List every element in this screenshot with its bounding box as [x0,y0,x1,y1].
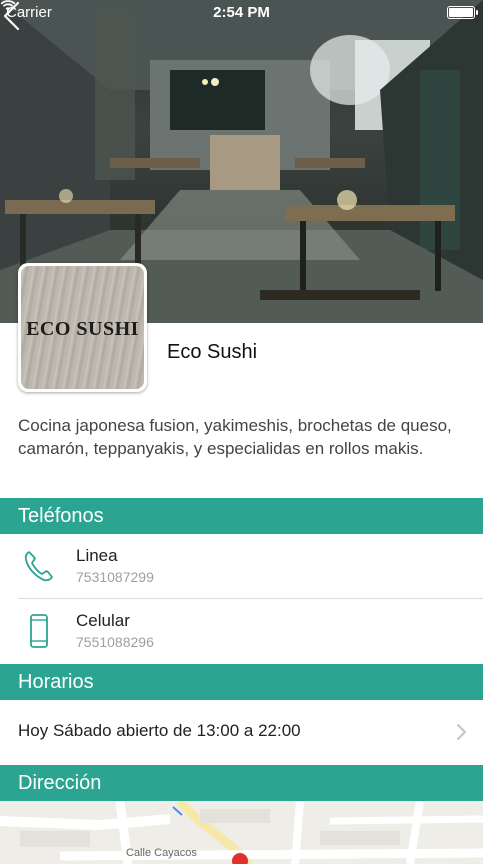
section-header-phones: Teléfonos [0,498,483,534]
status-bar: Carrier 2:54 PM [0,0,483,26]
status-time: 2:54 PM [213,4,270,21]
back-chevron-icon[interactable] [0,0,24,32]
section-header-hours: Horarios [0,664,483,700]
restaurant-description: Cocina japonesa fusion, yakimeshis, broc… [18,416,452,458]
phone-label: Linea [76,546,118,565]
phone-row-line[interactable]: Linea 7531087299 [0,534,483,598]
chevron-right-icon [457,724,466,740]
logo-text: ECO SUSHI [26,318,139,340]
phone-row-mobile[interactable]: Celular 7551088296 [0,599,483,663]
map-pin-icon [232,853,248,864]
map-street-label: Calle Cayacos [126,847,197,859]
location-map[interactable]: Calle Cayacos [0,801,483,864]
section-header-address: Dirección [0,765,483,801]
mobile-phone-icon [30,614,48,648]
phone-number: 7551088296 [76,634,154,650]
logo-wood-background: ECO SUSHI [21,266,144,389]
hours-row[interactable]: Hoy Sábado abierto de 13:00 a 22:00 [0,700,483,764]
phone-number: 7531087299 [76,569,154,585]
battery-icon [447,6,478,19]
restaurant-name: Eco Sushi [167,341,258,363]
restaurant-logo: ECO SUSHI [18,263,147,392]
phone-handset-icon [24,551,53,582]
phone-label: Celular [76,611,130,630]
hours-today: Hoy Sábado abierto de 13:00 a 22:00 [18,721,301,740]
